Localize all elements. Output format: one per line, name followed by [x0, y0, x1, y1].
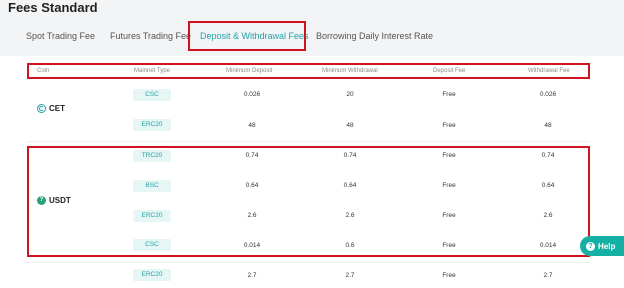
- min-withdrawal-cell: 0.74: [343, 152, 357, 159]
- tab-borrowing-daily-interest-rate[interactable]: Borrowing Daily Interest Rate: [316, 31, 433, 41]
- min-deposit-cell: 0.026: [243, 91, 261, 98]
- min-deposit-cell: 2.6: [247, 212, 257, 219]
- min-withdrawal-cell: 0.6: [345, 242, 355, 249]
- row-divider: [27, 141, 590, 142]
- mainnet-badge: TRC20: [133, 150, 171, 162]
- coin-cet: CET: [37, 104, 65, 113]
- mainnet-badge: CSC: [133, 239, 171, 251]
- deposit-fee-cell: Free: [442, 152, 456, 159]
- deposit-fee-cell: Free: [442, 182, 456, 189]
- deposit-fee-cell: Free: [442, 122, 456, 129]
- min-withdrawal-cell: 0.64: [343, 182, 357, 189]
- header-minimum-withdrawal: Minimum Withdrawal: [322, 68, 378, 74]
- mainnet-badge: ERC20: [133, 119, 171, 131]
- coin-label: USDT: [49, 196, 71, 205]
- withdrawal-fee-cell: 0.014: [539, 242, 557, 249]
- min-withdrawal-cell: 48: [346, 122, 354, 129]
- usdt-rows-highlight: [27, 146, 590, 257]
- min-withdrawal-cell: 2.7: [345, 272, 355, 279]
- table-header-highlight: [27, 63, 590, 79]
- mainnet-badge: ERC20: [133, 269, 171, 281]
- help-icon: ?: [586, 241, 595, 251]
- mainnet-badge: BSC: [133, 180, 171, 192]
- usdt-coin-icon: ?: [37, 196, 46, 205]
- row-divider: [27, 262, 590, 263]
- deposit-fee-cell: Free: [442, 272, 456, 279]
- tab-futures-trading-fee[interactable]: Futures Trading Fee: [110, 31, 191, 41]
- header-mainnet-type: Mainnet Type: [134, 68, 170, 74]
- min-withdrawal-cell: 20: [346, 91, 354, 98]
- min-deposit-cell: 0.64: [245, 182, 259, 189]
- header-deposit-fee: Deposit Fee: [433, 68, 466, 74]
- coin-label: CET: [49, 104, 65, 113]
- help-button[interactable]: ? Help: [580, 236, 624, 256]
- withdrawal-fee-cell: 0.64: [541, 182, 555, 189]
- mainnet-badge: ERC20: [133, 210, 171, 222]
- deposit-fee-cell: Free: [442, 242, 456, 249]
- tab-spot-trading-fee[interactable]: Spot Trading Fee: [26, 31, 95, 41]
- header-coin: Coin: [37, 68, 50, 74]
- min-deposit-cell: 2.7: [247, 272, 257, 279]
- active-tab-highlight: [188, 21, 306, 51]
- min-deposit-cell: 48: [248, 122, 256, 129]
- withdrawal-fee-cell: 2.7: [543, 272, 553, 279]
- deposit-fee-cell: Free: [442, 91, 456, 98]
- mainnet-badge: CSC: [133, 89, 171, 101]
- min-withdrawal-cell: 2.6: [345, 212, 355, 219]
- page-title: Fees Standard: [8, 0, 98, 15]
- min-deposit-cell: 0.74: [245, 152, 259, 159]
- coin-usdt: ? USDT: [37, 196, 71, 205]
- cet-coin-icon: [37, 104, 46, 113]
- withdrawal-fee-cell: 0.74: [541, 152, 555, 159]
- header-minimum-deposit: Minimum Deposit: [226, 68, 273, 74]
- deposit-fee-cell: Free: [442, 212, 456, 219]
- withdrawal-fee-cell: 48: [544, 122, 552, 129]
- min-deposit-cell: 0.014: [243, 242, 261, 249]
- withdrawal-fee-cell: 2.6: [543, 212, 553, 219]
- header-withdrawal-fee: Withdrawal Fee: [528, 68, 570, 74]
- withdrawal-fee-cell: 0.026: [539, 91, 557, 98]
- help-label: Help: [598, 241, 616, 251]
